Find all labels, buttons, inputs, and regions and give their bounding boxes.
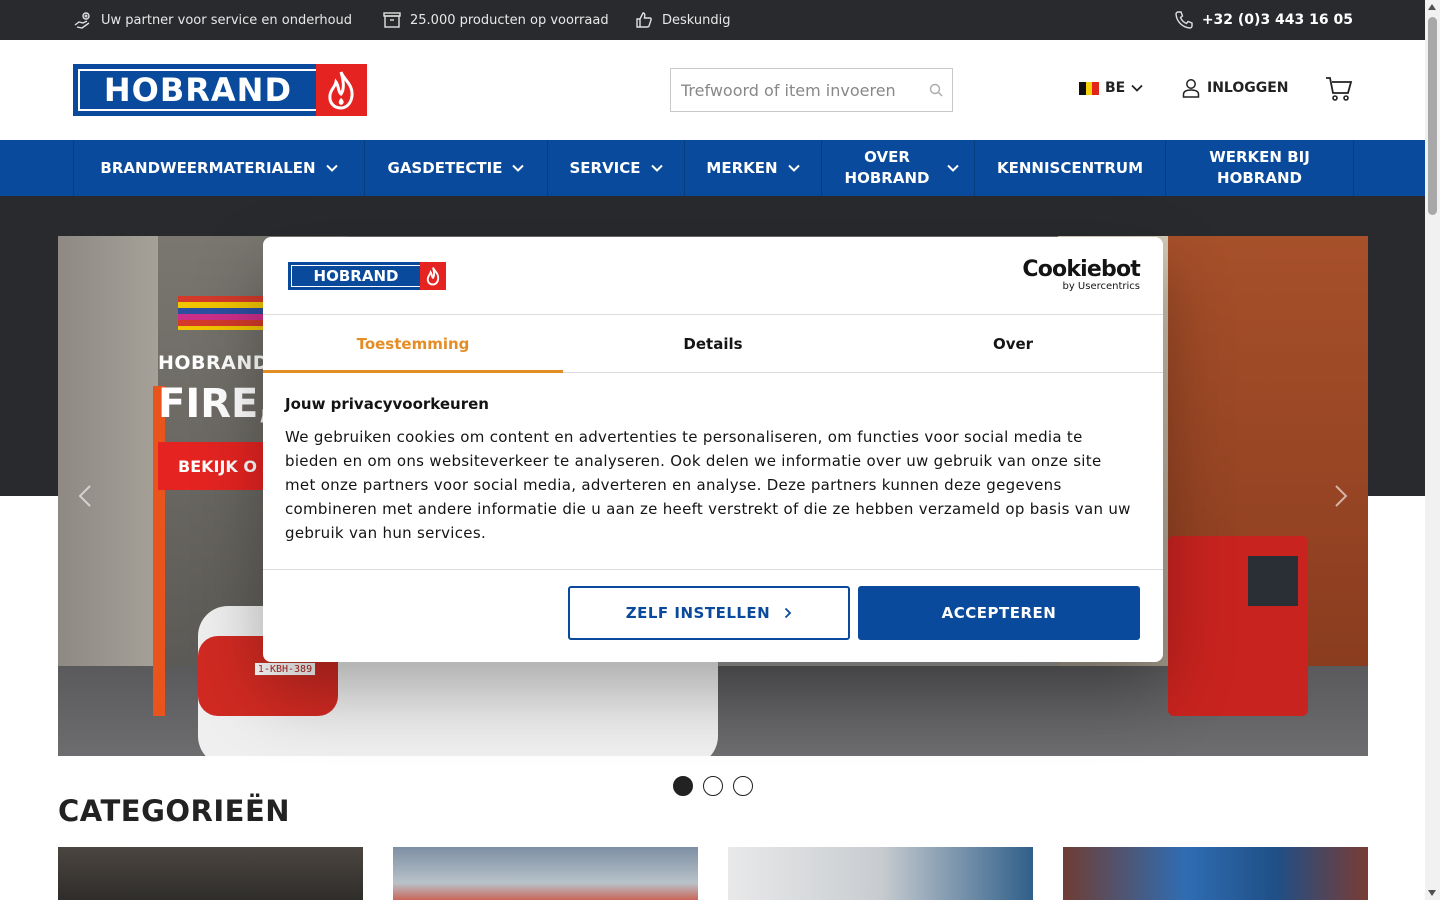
nav-item-label: OVER HOBRAND <box>844 148 930 187</box>
slider-prev-icon[interactable] <box>76 484 96 508</box>
cookie-logo-wordmark: HOBRAND <box>291 265 420 287</box>
logo-wordmark: HOBRAND <box>78 69 316 111</box>
box-icon <box>383 12 401 28</box>
search-input[interactable] <box>671 69 911 111</box>
chevron-down-icon <box>787 164 800 172</box>
slider-dot-3[interactable] <box>733 776 753 796</box>
header: HOBRAND BE INLOGGEN <box>0 40 1425 140</box>
slider-next-icon[interactable] <box>1330 484 1350 508</box>
cookiebot-subtitle: by Usercentrics <box>1062 281 1140 292</box>
language-code: BE <box>1105 80 1126 96</box>
flame-logo-icon <box>315 64 367 116</box>
hero-cta-button[interactable]: BEKIJK O <box>158 442 277 490</box>
scroll-down-icon[interactable] <box>1428 890 1436 896</box>
chevron-right-icon <box>785 607 792 619</box>
usp-stock-label: 25.000 producten op voorraad <box>410 12 609 28</box>
chevron-down-icon <box>1131 84 1143 92</box>
cookiebot-logo[interactable]: Cookiebot by Usercentrics <box>1022 259 1140 293</box>
flame-logo-icon <box>420 262 446 290</box>
cookie-heading: Jouw privacyvoorkeuren <box>285 395 489 413</box>
slider-dot-1[interactable] <box>673 776 693 796</box>
cart-button[interactable] <box>1325 76 1353 106</box>
customize-button[interactable]: ZELF INSTELLEN <box>568 586 850 640</box>
hero-kicker: HOBRAND <box>158 352 270 374</box>
nav-item-label: MERKEN <box>706 158 778 177</box>
nav-item-service[interactable]: SERVICE <box>548 140 685 196</box>
nav-item-label: WERKEN BIJ HOBRAND <box>1209 148 1310 187</box>
chevron-down-icon <box>325 164 338 172</box>
chevron-down-icon <box>512 164 525 172</box>
customize-button-label: ZELF INSTELLEN <box>625 604 771 622</box>
cookie-dialog-header: HOBRAND Cookiebot by Usercentrics <box>263 237 1163 315</box>
fire-truck <box>1168 536 1308 716</box>
cookie-dialog-logo: HOBRAND <box>288 262 446 290</box>
cookie-tabs: Toestemming Details Over <box>263 315 1163 373</box>
phone-number: +32 (0)3 443 16 05 <box>1201 12 1353 28</box>
usp-expert-label: Deskundig <box>662 12 731 28</box>
license-plate: 1-KBH-389 <box>254 662 316 676</box>
cookie-dialog-body: Jouw privacyvoorkeuren We gebruiken cook… <box>285 395 1135 545</box>
thumbs-up-icon <box>636 12 652 28</box>
login-link[interactable]: INLOGGEN <box>1182 78 1289 98</box>
cookiebot-title: Cookiebot <box>1022 257 1140 282</box>
usp-stock: 25.000 producten op voorraad <box>382 0 609 40</box>
page: Uw partner voor service en onderhoud 25.… <box>0 0 1440 900</box>
category-card-1[interactable] <box>58 847 363 900</box>
usp-expert: Deskundig <box>634 0 731 40</box>
usp-service: Uw partner voor service en onderhoud <box>73 0 352 40</box>
nav-item-kenniscentrum[interactable]: KENNISCENTRUM <box>975 140 1166 196</box>
scroll-up-icon[interactable] <box>1428 4 1436 10</box>
usp-service-label: Uw partner voor service en onderhoud <box>101 12 353 28</box>
chevron-down-icon <box>947 164 959 172</box>
language-selector[interactable]: BE <box>1079 80 1143 96</box>
cookie-description: We gebruiken cookies om content en adver… <box>285 428 1131 542</box>
service-hand-icon <box>74 12 90 29</box>
category-card-2[interactable] <box>393 847 698 900</box>
page-scrollbar[interactable] <box>1425 0 1440 900</box>
nav-item-label: SERVICE <box>569 158 641 177</box>
accept-button[interactable]: ACCEPTEREN <box>858 586 1140 640</box>
hero-headline: FIRE, <box>158 381 274 427</box>
nav-item-over-hobrand[interactable]: OVER HOBRAND <box>822 140 975 196</box>
top-bar: Uw partner voor service en onderhoud 25.… <box>0 0 1425 40</box>
nav-item-brandweermaterialen[interactable]: BRANDWEERMATERIALEN <box>74 140 365 196</box>
belgium-flag-icon <box>1079 81 1100 95</box>
tab-details[interactable]: Details <box>563 315 863 372</box>
nav-item-merken[interactable]: MERKEN <box>685 140 822 196</box>
chevron-down-icon <box>650 164 663 172</box>
search-box <box>670 68 953 112</box>
slider-dots <box>673 776 753 796</box>
tab-toestemming[interactable]: Toestemming <box>263 315 563 373</box>
scroll-thumb[interactable] <box>1428 17 1437 215</box>
cart-icon <box>1326 77 1353 101</box>
search-icon[interactable] <box>928 82 944 98</box>
category-card-4[interactable] <box>1063 847 1368 900</box>
nav-item-label: BRANDWEERMATERIALEN <box>100 158 316 177</box>
user-icon <box>1182 79 1200 98</box>
slider-dot-2[interactable] <box>703 776 723 796</box>
categories-title: CATEGORIEËN <box>58 794 291 828</box>
login-label: INLOGGEN <box>1207 80 1289 96</box>
nav-item-label: GASDETECTIE <box>387 158 503 177</box>
category-card-3[interactable] <box>728 847 1033 900</box>
main-navigation: BRANDWEERMATERIALEN GASDETECTIE SERVICE … <box>0 140 1425 196</box>
tab-over[interactable]: Over <box>863 315 1163 372</box>
hobrand-logo[interactable]: HOBRAND <box>73 64 367 116</box>
nav-item-label: KENNISCENTRUM <box>996 158 1144 177</box>
nav-item-werken-bij-hobrand[interactable]: WERKEN BIJ HOBRAND <box>1166 140 1354 196</box>
phone-link[interactable]: +32 (0)3 443 16 05 <box>1174 0 1353 40</box>
cookie-consent-dialog: HOBRAND Cookiebot by Usercentrics Toeste… <box>263 237 1163 662</box>
nav-item-gasdetectie[interactable]: GASDETECTIE <box>365 140 548 196</box>
cookie-dialog-footer: ZELF INSTELLEN ACCEPTEREN <box>263 569 1163 662</box>
phone-icon <box>1175 11 1193 29</box>
